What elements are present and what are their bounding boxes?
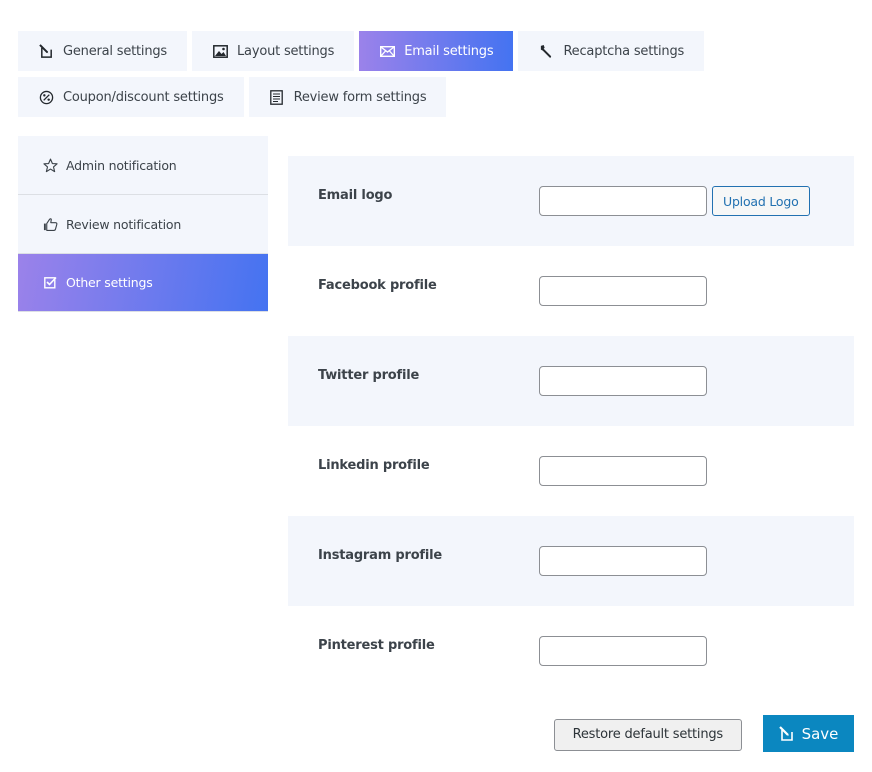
facebook-profile-input[interactable] [539, 276, 707, 306]
tab-layout-settings[interactable]: Layout settings [192, 31, 355, 71]
restore-default-settings-button[interactable]: Restore default settings [553, 718, 742, 751]
tab-email-settings[interactable]: Email settings [359, 31, 514, 71]
edit-icon [38, 43, 54, 59]
email-settings-sidebar: Admin notification Review notification O… [18, 136, 268, 312]
instagram-profile-label: Instagram profile [318, 548, 443, 563]
sidebar-item-other-settings[interactable]: Other settings [18, 254, 268, 312]
sidebar-item-admin-notification[interactable]: Admin notification [18, 136, 268, 195]
email-logo-label: Email logo [318, 188, 393, 203]
star-icon [42, 157, 58, 173]
tab-label: Recaptcha settings [563, 43, 685, 59]
tab-general-settings[interactable]: General settings [18, 31, 188, 71]
settings-tabs: General settings Layout settings Email s… [18, 31, 858, 123]
field-row-twitter-profile: Twitter profile [288, 336, 854, 426]
field-row-instagram-profile: Instagram profile [288, 516, 854, 606]
tab-coupon-discount-settings[interactable]: Coupon/discount settings [18, 77, 244, 117]
sidebar-item-label: Other settings [66, 275, 153, 290]
instagram-profile-input[interactable] [539, 546, 707, 576]
tab-label: Layout settings [237, 43, 335, 59]
email-logo-input[interactable] [539, 186, 707, 216]
tab-label: Coupon/discount settings [63, 89, 224, 105]
field-row-pinterest-profile: Pinterest profile [288, 606, 854, 696]
linkedin-profile-input[interactable] [539, 456, 707, 486]
tab-review-form-settings[interactable]: Review form settings [248, 77, 447, 117]
tab-row-1: General settings Layout settings Email s… [18, 31, 858, 71]
twitter-profile-label: Twitter profile [318, 368, 420, 383]
sidebar-item-label: Review notification [66, 216, 182, 232]
form-actions: Restore default settings Save [553, 715, 854, 752]
upload-logo-button[interactable]: Upload Logo [712, 186, 810, 216]
tab-recaptcha-settings[interactable]: Recaptcha settings [518, 31, 705, 71]
image-icon [212, 43, 228, 59]
other-settings-form: Email logo Upload Logo Facebook profile … [288, 156, 854, 696]
sidebar-item-review-notification[interactable]: Review notification [18, 195, 268, 254]
field-row-email-logo: Email logo Upload Logo [288, 156, 854, 246]
checkbox-icon [42, 275, 58, 291]
tab-label: Email settings [404, 43, 494, 59]
discount-icon [38, 89, 54, 105]
edit-icon [778, 725, 795, 742]
field-row-linkedin-profile: Linkedin profile [288, 426, 854, 516]
pinterest-profile-label: Pinterest profile [318, 638, 435, 653]
linkedin-profile-label: Linkedin profile [318, 458, 430, 473]
facebook-profile-label: Facebook profile [318, 278, 437, 293]
wrench-icon [538, 43, 554, 59]
thumbs-up-icon [42, 216, 58, 232]
tab-label: Review form settings [293, 89, 427, 105]
tab-row-2: Coupon/discount settings Review form set… [18, 77, 858, 117]
sidebar-item-label: Admin notification [66, 157, 177, 173]
document-icon [269, 89, 285, 105]
field-row-facebook-profile: Facebook profile [288, 246, 854, 336]
save-label: Save [801, 724, 839, 743]
email-icon [379, 43, 395, 59]
tab-label: General settings [63, 43, 168, 59]
twitter-profile-input[interactable] [539, 366, 707, 396]
save-button[interactable]: Save [763, 715, 854, 752]
pinterest-profile-input[interactable] [539, 636, 707, 666]
